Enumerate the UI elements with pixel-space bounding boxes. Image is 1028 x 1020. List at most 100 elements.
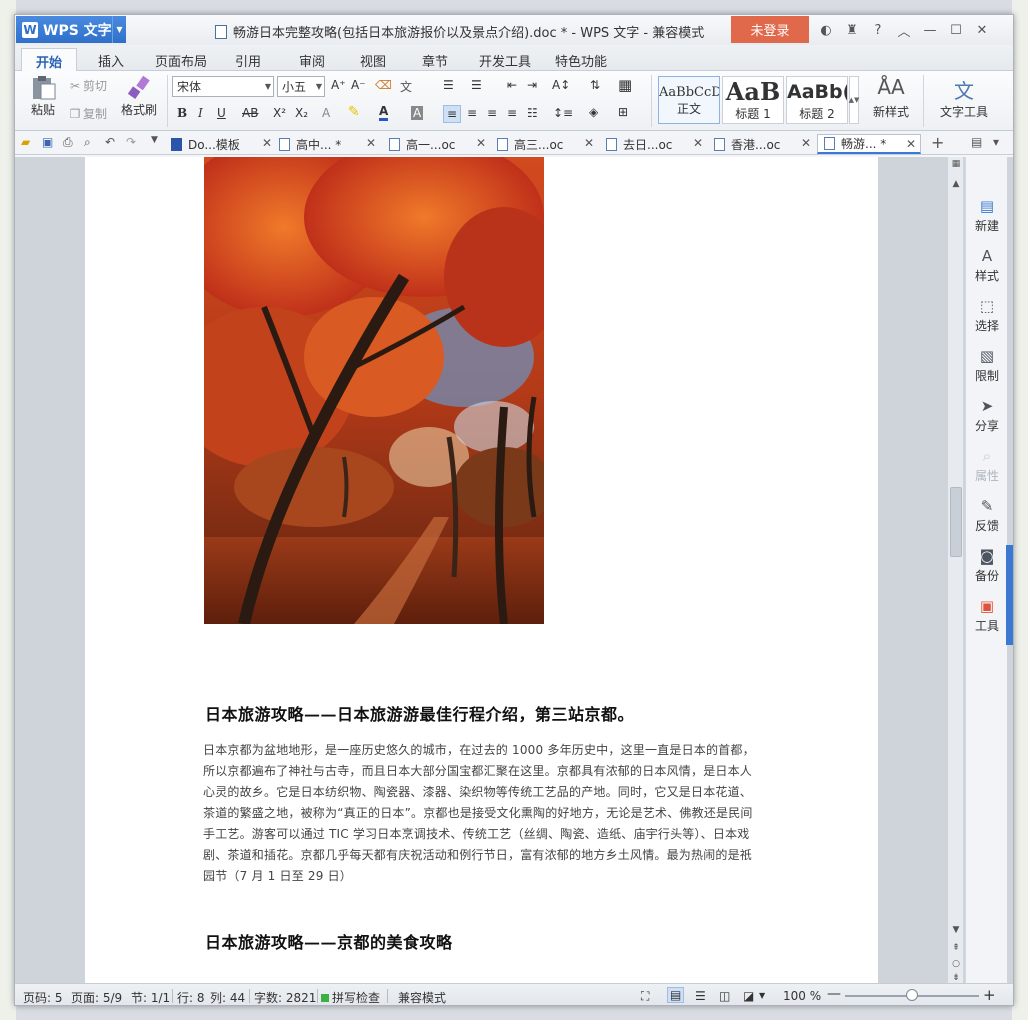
tab-menu-icon[interactable]: ▾ <box>993 135 999 149</box>
tab-chapter[interactable]: 章节 <box>422 51 448 70</box>
style-gallery-scroll[interactable]: ▲▼ <box>849 76 859 124</box>
doc-tab[interactable]: Do...模板 ✕ <box>171 134 272 154</box>
tab-list-icon[interactable]: ▤ <box>971 135 982 149</box>
tab-insert[interactable]: 插入 <box>98 51 124 70</box>
doc-tab[interactable]: 高三...oc ✕ <box>497 134 594 154</box>
doc-tab[interactable]: 香港...oc ✕ <box>714 134 811 154</box>
previous-page-icon[interactable]: ⇞ <box>948 943 964 953</box>
spell-check-toggle[interactable]: 拼写检查 <box>321 989 380 1005</box>
reading-view-icon[interactable]: ◪ <box>743 989 754 1003</box>
outline-view-icon[interactable]: ☰ <box>695 989 706 1003</box>
bold-icon[interactable]: B <box>177 106 187 120</box>
strikethrough-icon[interactable]: AB <box>242 106 258 120</box>
fullscreen-view-icon[interactable]: ⛶ <box>641 989 649 1004</box>
undo-icon[interactable]: ↶ <box>105 135 115 149</box>
superscript-icon[interactable]: X² <box>273 106 286 120</box>
copy-button[interactable]: ❐ 复制 <box>67 105 107 122</box>
open-folder-icon[interactable]: ▰ <box>21 135 30 149</box>
grow-font-icon[interactable]: A⁺ <box>331 78 346 92</box>
increase-indent-icon[interactable]: ⇥ <box>527 78 537 92</box>
scroll-up-icon[interactable]: ▲ <box>948 179 964 189</box>
sidebar-item-select[interactable]: ⬚ 选择 <box>966 297 1008 334</box>
sidebar-item-tools[interactable]: ▣ 工具 <box>966 597 1008 634</box>
close-tab-icon[interactable]: ✕ <box>262 136 272 150</box>
format-painter-button[interactable]: 格式刷 <box>119 75 159 118</box>
quick-access-menu-icon[interactable]: ▼ <box>151 135 158 145</box>
print-preview-icon[interactable]: ⌕ <box>84 135 91 150</box>
select-browse-object-icon[interactable]: ○ <box>948 959 964 969</box>
zoom-level[interactable]: 100 % <box>783 989 821 1003</box>
skin-icon[interactable]: ◐ <box>815 19 837 41</box>
char-scale-icon[interactable]: A↕ <box>552 78 570 92</box>
justify-icon[interactable]: ≡ <box>507 106 517 120</box>
close-tab-icon[interactable]: ✕ <box>476 136 486 150</box>
tab-home[interactable]: 开始 <box>21 48 78 72</box>
bullet-list-icon[interactable]: ☰ <box>443 78 454 92</box>
cut-button[interactable]: ✂ 剪切 <box>67 77 107 94</box>
tab-review[interactable]: 审阅 <box>299 51 325 70</box>
sidebar-item-restrict[interactable]: ▧ 限制 <box>966 347 1008 384</box>
tab-developer[interactable]: 开发工具 <box>479 51 531 70</box>
close-tab-icon[interactable]: ✕ <box>906 137 916 151</box>
align-left-icon[interactable]: ≡ <box>443 105 462 123</box>
close-tab-icon[interactable]: ✕ <box>584 136 594 150</box>
login-button[interactable]: 未登录 <box>731 16 809 43</box>
font-name-combo[interactable]: 宋体 ▼ <box>172 76 274 97</box>
borders-icon[interactable]: ⊞ <box>618 105 628 119</box>
sort-icon[interactable]: ⇅ <box>590 78 600 92</box>
redo-icon[interactable]: ↷ <box>126 135 136 149</box>
doc-tab[interactable]: 高一...oc ✕ <box>389 134 486 154</box>
underline-icon[interactable]: U <box>217 106 226 120</box>
font-size-combo[interactable]: 小五 ▼ <box>277 76 325 97</box>
clear-format-icon[interactable]: ⌫ <box>375 78 392 92</box>
zoom-out-icon[interactable]: — <box>827 986 841 1002</box>
vertical-scrollbar[interactable]: ▦ ▲ ▼ ⇞ ○ ⇟ <box>947 157 963 983</box>
scroll-settings-icon[interactable]: ▦ <box>948 159 964 169</box>
shading-icon[interactable]: ◈ <box>589 105 598 119</box>
chevron-down-icon[interactable]: ▼ <box>112 16 126 43</box>
new-tab-icon[interactable]: + <box>931 133 944 152</box>
close-icon[interactable]: ✕ <box>971 19 993 41</box>
text-effect-icon[interactable]: A <box>322 106 330 120</box>
tab-view[interactable]: 视图 <box>360 51 386 70</box>
maximize-icon[interactable]: ☐ <box>945 19 967 41</box>
distributed-icon[interactable]: ☷ <box>527 106 538 120</box>
phonetic-icon[interactable]: 文 <box>400 78 412 95</box>
zoom-slider-knob[interactable] <box>906 989 918 1001</box>
tab-special-features[interactable]: 特色功能 <box>555 51 607 70</box>
web-view-icon[interactable]: ◫ <box>719 989 730 1003</box>
font-color-icon[interactable]: A <box>379 104 389 121</box>
subscript-icon[interactable]: X₂ <box>295 106 308 120</box>
numbered-list-icon[interactable]: ☰ <box>471 78 482 92</box>
style-heading-2[interactable]: AaBb( 标题 2 <box>786 76 848 124</box>
help-icon[interactable]: ? <box>867 19 889 41</box>
sidebar-item-share[interactable]: ➤ 分享 <box>966 397 1008 434</box>
shrink-font-icon[interactable]: A⁻ <box>351 78 366 92</box>
tab-page-layout[interactable]: 页面布局 <box>155 51 207 70</box>
zoom-in-icon[interactable]: + <box>983 986 996 1004</box>
save-icon[interactable]: ▣ <box>42 135 53 149</box>
sidebar-item-properties[interactable]: ⌕ 属性 <box>966 447 1008 484</box>
close-tab-icon[interactable]: ✕ <box>801 136 811 150</box>
style-normal[interactable]: AaBbCcD 正文 <box>658 76 720 124</box>
document-page[interactable]: 日本旅游攻略——日本旅游游最佳行程介绍，第三站京都。 日本京都为盆地地形，是一座… <box>85 157 878 983</box>
doc-tab[interactable]: 去日...oc ✕ <box>606 134 703 154</box>
next-page-icon[interactable]: ⇟ <box>948 973 964 983</box>
char-shading-icon[interactable]: A <box>411 106 424 120</box>
highlight-icon[interactable]: ✎ <box>348 104 360 120</box>
text-tools-button[interactable]: 文 文字工具 <box>933 75 995 120</box>
sidebar-item-new[interactable]: ▤ 新建 <box>966 197 1008 234</box>
tab-references[interactable]: 引用 <box>235 51 261 70</box>
align-right-icon[interactable]: ≡ <box>487 106 497 120</box>
app-menu-button[interactable]: W WPS 文字 ▼ <box>16 16 126 43</box>
scrollbar-thumb[interactable] <box>950 487 962 557</box>
sidebar-item-feedback[interactable]: ✎ 反馈 <box>966 497 1008 534</box>
print-icon[interactable]: ⎙ <box>63 135 73 150</box>
table-border-icon[interactable]: ▦ <box>618 76 632 94</box>
align-center-icon[interactable]: ≡ <box>467 106 477 120</box>
sidebar-collapse-handle[interactable] <box>1006 545 1013 645</box>
sidebar-item-style[interactable]: A 样式 <box>966 247 1008 284</box>
paste-button[interactable]: 粘贴 <box>23 75 63 118</box>
page-view-icon[interactable]: ▤ <box>667 987 685 1003</box>
sidebar-item-backup[interactable]: ◙ 备份 <box>966 547 1008 584</box>
